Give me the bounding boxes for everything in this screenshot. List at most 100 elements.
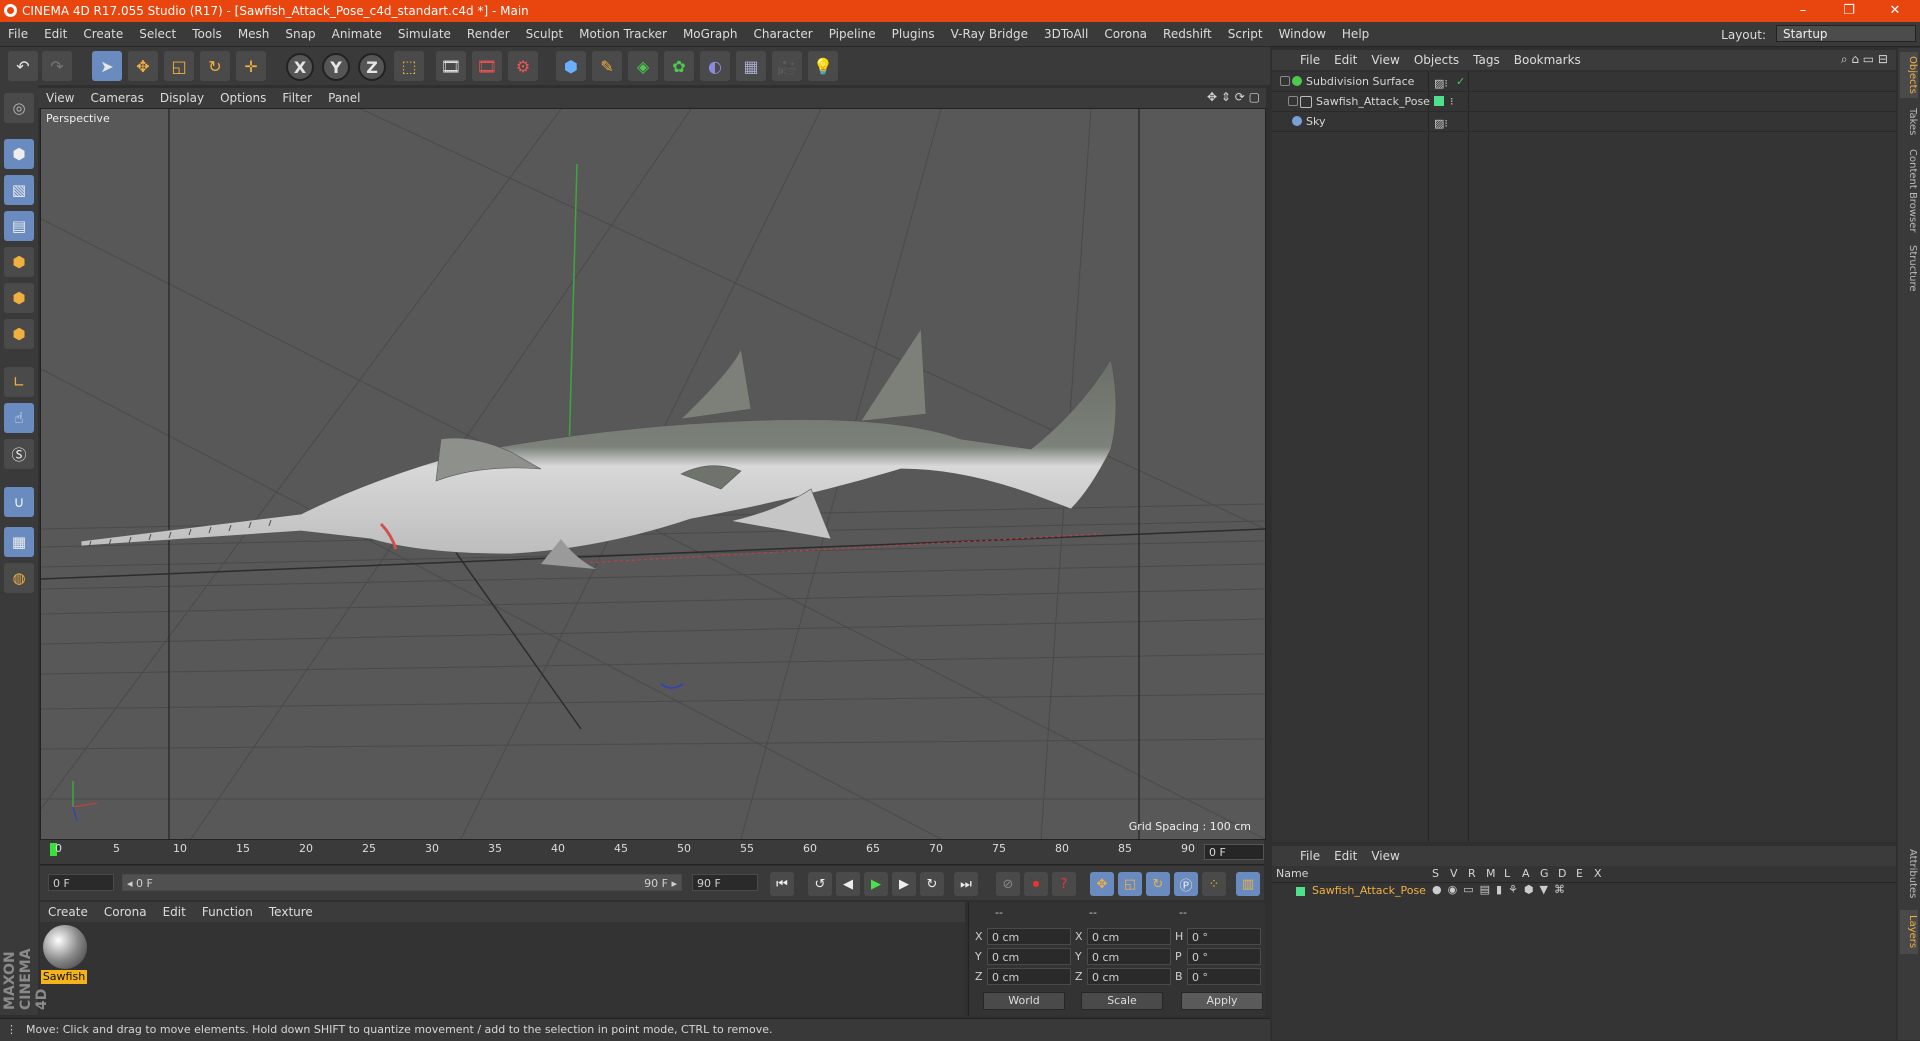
visibility-dots-icon[interactable]: ⁝ [1450,92,1454,111]
layer-col-name[interactable]: Name [1276,867,1308,880]
workplane-icon[interactable]: ▤ [4,211,34,241]
camera-icon[interactable]: 🎥 [772,51,802,81]
coord-system-dropdown[interactable]: World [983,992,1065,1010]
render-view-icon[interactable]: 🎞 [436,51,466,81]
material-menu-texture[interactable]: Texture [261,902,321,922]
rotation-p-field[interactable]: 0 ° [1187,948,1261,965]
texture-mode-icon[interactable]: ▧ [4,175,34,205]
rotation-h-field[interactable]: 0 ° [1187,928,1261,945]
material-menu-create[interactable]: Create [40,902,96,922]
size-y-field[interactable]: 0 cm [1087,948,1171,965]
z-axis-icon[interactable]: Z [358,53,386,81]
next-frame-icon[interactable]: ▶ [892,872,916,896]
layer-col-deformers[interactable]: D [1558,867,1566,880]
menu-plugins[interactable]: Plugins [884,22,943,46]
material-menu-edit[interactable]: Edit [155,902,194,922]
menu-character[interactable]: Character [745,22,820,46]
select-arrow-icon[interactable]: ➤ [92,51,122,81]
layer-col-xref[interactable]: X [1594,867,1602,880]
menu-3dtoall[interactable]: 3DToAll [1036,22,1096,46]
render-picture-icon[interactable]: 🎞 [472,51,502,81]
object-menu-file[interactable]: File [1272,50,1327,70]
object-menu-edit[interactable]: Edit [1327,50,1364,70]
expand-icon[interactable] [1288,96,1298,106]
menu-create[interactable]: Create [75,22,131,46]
y-axis-icon[interactable]: Y [322,53,350,81]
planar-workplane-icon[interactable]: ◍ [4,563,34,593]
size-z-field[interactable]: 0 cm [1087,968,1171,985]
key-scale-icon[interactable]: ◱ [1118,872,1142,896]
position-y-field[interactable]: 0 cm [987,948,1071,965]
layer-col-animation[interactable]: A [1522,867,1530,880]
layer-menu-file[interactable]: File [1272,846,1327,866]
menu-animate[interactable]: Animate [324,22,390,46]
layer-name[interactable]: Sawfish_Attack_Pose [1312,884,1426,897]
key-position-icon[interactable]: ✥ [1090,872,1114,896]
layer-color-tag[interactable] [1434,96,1444,106]
prev-key-icon[interactable]: ↺ [808,872,832,896]
record-disabled-icon[interactable]: ⊘ [996,872,1020,896]
start-frame-field[interactable]: 0 F [48,874,114,891]
menu-sculpt[interactable]: Sculpt [518,22,571,46]
object-row-subdivision[interactable]: Subdivision Surface ▨⁝ ✓ [1272,72,1896,92]
object-menu-objects[interactable]: Objects [1407,50,1466,70]
pen-icon[interactable]: ✎ [592,51,622,81]
layer-menu-view[interactable]: View [1364,846,1406,866]
collapse-icon[interactable] [1280,76,1290,86]
3d-viewport[interactable]: Perspective Grid Spacing : 100 cm [40,108,1266,840]
menu-tools[interactable]: Tools [184,22,230,46]
scale-icon[interactable]: ◱ [164,51,194,81]
axis-mode-icon[interactable]: ∟ [4,367,34,397]
object-search-home-icons[interactable]: ⌕ ⌂ ▭ ⊟ [1841,52,1888,67]
coord-mode-dropdown[interactable]: Scale [1081,992,1163,1010]
position-z-field[interactable]: 0 cm [987,968,1071,985]
visibility-toggle-icon[interactable]: ▨⁝ [1434,74,1448,93]
menu-snap[interactable]: Snap [277,22,323,46]
menu-edit[interactable]: Edit [36,22,75,46]
layout-dropdown[interactable]: Startup [1776,25,1916,42]
object-name[interactable]: Sawfish_Attack_Pose [1316,92,1430,111]
undo-icon[interactable]: ↶ [8,51,38,81]
solo-icon[interactable]: Ⓢ [4,439,34,469]
frame-range-slider[interactable]: ◂ 0 F 90 F ▸ [122,874,682,891]
close-button[interactable]: ✕ [1872,0,1918,22]
layer-col-manager[interactable]: M [1486,867,1496,880]
menu-mesh[interactable]: Mesh [230,22,278,46]
end-frame-field[interactable]: 90 F [692,874,758,891]
redo-icon[interactable]: ↷ [42,51,72,81]
layer-col-locked[interactable]: L [1504,867,1510,880]
minimize-button[interactable]: – [1780,0,1826,22]
lock-workplane-icon[interactable]: ▦ [4,527,34,557]
subdivision-icon[interactable]: ◈ [628,51,658,81]
material-menu-function[interactable]: Function [194,902,261,922]
record-icon[interactable]: ⏺ [1024,872,1048,896]
menu-select[interactable]: Select [131,22,184,46]
menu-file[interactable]: File [0,22,36,46]
object-menu-tags[interactable]: Tags [1466,50,1507,70]
material-preview[interactable] [43,925,87,969]
light-icon[interactable]: 💡 [808,51,838,81]
material-menu-corona[interactable]: Corona [96,902,155,922]
viewport-menu-options[interactable]: Options [212,88,274,108]
menu-pipeline[interactable]: Pipeline [821,22,884,46]
menu-help[interactable]: Help [1334,22,1377,46]
menu-render[interactable]: Render [459,22,518,46]
tab-structure[interactable]: Structure [1900,242,1918,294]
layer-col-solo[interactable]: S [1432,867,1439,880]
menu-vray-bridge[interactable]: V-Ray Bridge [943,22,1036,46]
cube-icon[interactable]: ⬢ [556,51,586,81]
menu-script[interactable]: Script [1220,22,1271,46]
x-axis-icon[interactable]: X [286,53,314,81]
floor-icon[interactable]: ▦ [736,51,766,81]
object-name[interactable]: Sky [1306,112,1325,131]
array-icon[interactable]: ✿ [664,51,694,81]
object-menu-bookmarks[interactable]: Bookmarks [1507,50,1588,70]
object-row-sky[interactable]: Sky ▨⁝ [1272,112,1896,132]
sculpt-mode-icon[interactable]: ◎ [4,93,34,123]
layer-color-swatch[interactable] [1296,887,1305,896]
layer-row[interactable]: Sawfish_Attack_Pose ●◉▭▤▮⚘⬢▼⌘ [1272,883,1896,900]
menu-corona[interactable]: Corona [1096,22,1155,46]
points-mode-icon[interactable]: ⬢ [4,247,34,277]
key-param-icon[interactable]: Ⓟ [1174,872,1198,896]
autokey-icon[interactable]: ? [1052,872,1076,896]
